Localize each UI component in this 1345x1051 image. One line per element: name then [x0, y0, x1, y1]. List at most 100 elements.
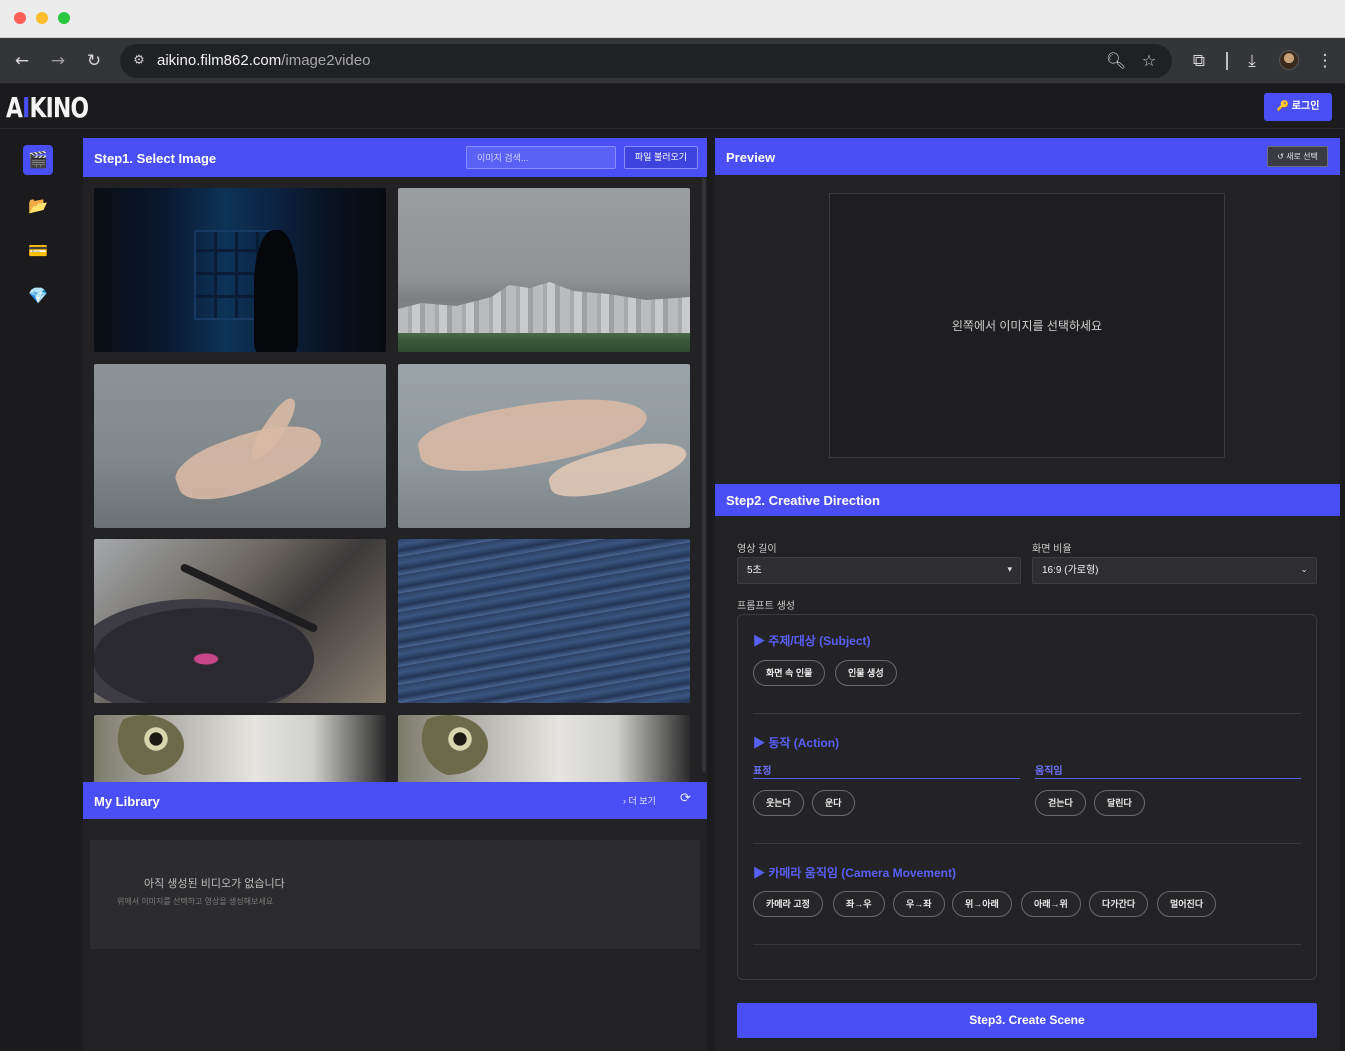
preview-header: Preview ↺ 새로 선택	[715, 138, 1340, 175]
close-window-button[interactable]	[14, 12, 26, 24]
chip-camera-left-right[interactable]: 좌→우	[833, 891, 885, 917]
gallery-thumb-frog-1[interactable]	[94, 715, 386, 782]
chip-movement-run[interactable]: 달린다	[1094, 790, 1145, 816]
chevron-down-icon: ⌄	[1300, 565, 1308, 575]
bookmark-star-icon[interactable]: ☆	[1138, 50, 1160, 72]
library-empty-state: 아직 생성된 비디오가 없습니다 위에서 이미지를 선택하고 영상을 생성해보세…	[90, 840, 700, 949]
preview-area: 왼쪽에서 이미지를 선택하세요	[829, 193, 1225, 458]
reload-icon[interactable]: ↻	[81, 48, 107, 74]
zoom-icon[interactable]: 🔍︎	[1105, 50, 1127, 72]
chip-camera-approach[interactable]: 다가간다	[1089, 891, 1149, 917]
step1-panel: Step1. Select Image 파일 불러오기	[83, 138, 707, 1051]
camera-section-title[interactable]: ▶ 카메라 움직임 (Camera Movement)	[753, 864, 956, 881]
movement-label: 움직임	[1035, 766, 1063, 777]
duration-value: 5초	[747, 565, 762, 576]
chip-camera-up-down[interactable]: 위→아래	[952, 891, 1012, 917]
image-search-input[interactable]	[466, 146, 616, 169]
library-empty-subtitle: 위에서 이미지를 선택하고 영상을 생성해보세요	[117, 897, 274, 906]
ratio-select[interactable]: 16:9 (가로형) ⌄	[1032, 557, 1317, 584]
thumb-silhouette-shape	[254, 230, 298, 352]
duration-label: 영상 길이	[737, 544, 777, 555]
sidebar-item-gem[interactable]: 💎	[23, 281, 53, 311]
chip-camera-down-up[interactable]: 아래→위	[1021, 891, 1081, 917]
prompt-builder: ▶ 주제/대상 (Subject) 화면 속 인물 인물 생성 ▶ 동작 (Ac…	[737, 614, 1317, 980]
chip-subject-in-frame[interactable]: 화면 속 인물	[753, 660, 826, 686]
expression-label: 표정	[753, 766, 772, 777]
movement-underline	[1035, 778, 1301, 779]
sidebar-item-card[interactable]: 💳	[23, 236, 53, 266]
duration-select[interactable]: 5초 ▾	[737, 557, 1021, 584]
chip-camera-right-left[interactable]: 우→좌	[893, 891, 945, 917]
subject-section-title[interactable]: ▶ 주제/대상 (Subject)	[753, 632, 871, 649]
image-gallery	[83, 177, 707, 782]
profile-avatar[interactable]	[1279, 50, 1299, 70]
toolbar-divider	[1226, 52, 1228, 70]
login-button[interactable]: 🔑 로그인	[1264, 93, 1332, 121]
ratio-label: 화면 비율	[1032, 544, 1072, 555]
folder-icon: 📂	[28, 196, 48, 215]
step2-title: Step2. Creative Direction	[726, 493, 880, 508]
gallery-thumb-frog-2[interactable]	[398, 715, 690, 782]
app: AIKINO 🔑 로그인 🎬 📂 💳 💎 Step1. Select Image…	[0, 85, 1345, 1051]
dropdown-caret-icon: ▾	[1007, 565, 1012, 575]
chip-camera-recede[interactable]: 멀어진다	[1157, 891, 1217, 917]
step2-header: Step2. Creative Direction	[715, 484, 1340, 516]
back-icon[interactable]: ←	[9, 48, 35, 74]
section-divider	[753, 944, 1301, 945]
gallery-thumb-hand-2[interactable]	[398, 364, 690, 528]
address-bar[interactable]: ⚙ aikino.film862.com/image2video 🔍︎ ☆	[120, 44, 1172, 78]
section-divider	[753, 713, 1301, 714]
expression-underline	[753, 778, 1020, 779]
library-header: My Library › 더 보기 ⟳	[83, 782, 707, 819]
extensions-icon[interactable]: ⧉	[1186, 48, 1212, 74]
sidebar-item-video[interactable]: 🎬	[23, 145, 53, 175]
chip-expression-cry[interactable]: 운다	[812, 790, 855, 816]
sidebar: 🎬 📂 💳 💎	[0, 129, 76, 1051]
gallery-thumb-turntable[interactable]	[94, 539, 386, 703]
window-titlebar	[0, 0, 1345, 38]
chip-subject-generate[interactable]: 인물 생성	[835, 660, 897, 686]
download-icon[interactable]: ⤓	[1239, 48, 1265, 74]
sidebar-item-folder[interactable]: 📂	[23, 191, 53, 221]
card-icon: 💳	[28, 241, 48, 260]
action-section-title[interactable]: ▶ 동작 (Action)	[753, 734, 839, 751]
clapper-icon: 🎬	[28, 150, 48, 169]
chip-camera-fixed[interactable]: 카메라 고정	[753, 891, 823, 917]
thumb-frog-shape	[104, 715, 184, 775]
create-scene-button[interactable]: Step3. Create Scene	[737, 1003, 1317, 1038]
library-title: My Library	[94, 794, 160, 809]
zoom-window-button[interactable]	[58, 12, 70, 24]
minimize-window-button[interactable]	[36, 12, 48, 24]
app-header: AIKINO 🔑 로그인	[0, 85, 1345, 129]
gallery-thumb-window-silhouette[interactable]	[94, 188, 386, 352]
library-more-link[interactable]: › 더 보기	[623, 794, 656, 807]
logo[interactable]: AIKINO	[6, 93, 89, 123]
thumb-hand-shape	[169, 410, 329, 513]
chip-movement-walk[interactable]: 걷는다	[1035, 790, 1086, 816]
new-select-button[interactable]: ↺ 새로 선택	[1267, 146, 1328, 167]
step1-header: Step1. Select Image 파일 불러오기	[83, 138, 707, 177]
thumb-buildings-shape	[398, 282, 690, 333]
section-divider	[753, 843, 1301, 844]
refresh-icon[interactable]: ⟳	[680, 791, 691, 806]
load-file-button[interactable]: 파일 불러오기	[624, 146, 698, 169]
gallery-thumb-hand-1[interactable]	[94, 364, 386, 528]
right-panel: Preview ↺ 새로 선택 왼쪽에서 이미지를 선택하세요 Step2. C…	[715, 138, 1340, 1051]
library-empty-title: 아직 생성된 비디오가 없습니다	[144, 878, 285, 890]
more-menu-icon[interactable]: ⋮	[1312, 48, 1338, 74]
gallery-thumb-city[interactable]	[398, 188, 690, 352]
browser-toolbar: ← → ↻ ⚙ aikino.film862.com/image2video 🔍…	[0, 38, 1345, 84]
preview-title: Preview	[726, 150, 776, 165]
step1-title: Step1. Select Image	[94, 151, 217, 166]
gallery-scrollbar[interactable]	[702, 177, 706, 772]
gallery-thumb-sea[interactable]	[398, 539, 690, 703]
prompt-label: 프롬프트 생성	[737, 601, 795, 612]
preview-placeholder: 왼쪽에서 이미지를 선택하세요	[951, 319, 1103, 333]
forward-icon[interactable]: →	[45, 48, 71, 74]
gem-icon: 💎	[28, 286, 48, 305]
chip-expression-smile[interactable]: 웃는다	[753, 790, 804, 816]
site-settings-icon[interactable]: ⚙	[130, 52, 148, 70]
url-text[interactable]: aikino.film862.com/image2video	[157, 52, 370, 70]
ratio-value: 16:9 (가로형)	[1042, 565, 1099, 576]
thumb-frog-shape	[408, 715, 488, 775]
